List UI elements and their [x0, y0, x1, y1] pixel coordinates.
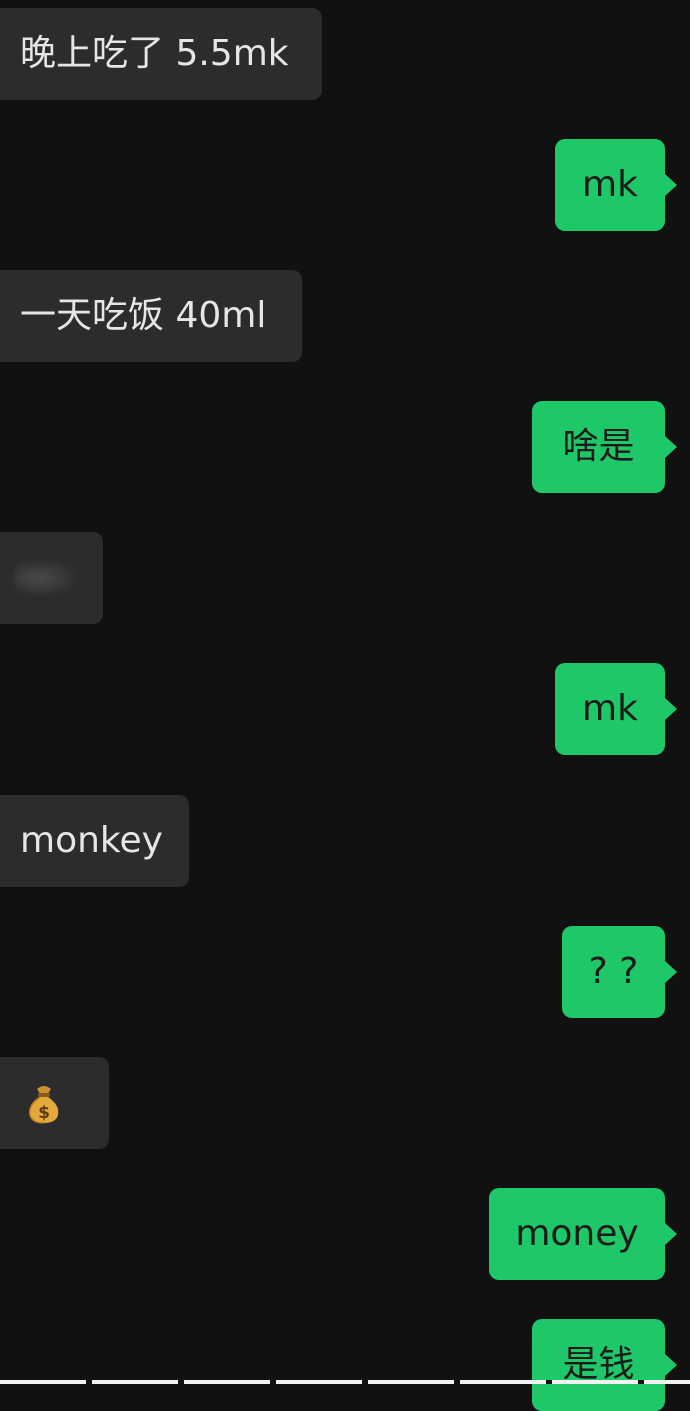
outgoing-message-bubble[interactable]: mk: [555, 663, 677, 755]
incoming-message-bubble[interactable]: 一天吃饭 40ml: [0, 270, 302, 362]
message-text: mk: [582, 164, 638, 205]
bottom-edge-strip: [0, 1380, 690, 1384]
message-text: monkey: [20, 820, 163, 861]
message-text: ? ?: [588, 951, 639, 992]
message-text: money: [515, 1213, 639, 1254]
svg-text:$: $: [38, 1103, 50, 1123]
incoming-sticker-bubble[interactable]: [0, 532, 103, 624]
incoming-message-bubble[interactable]: monkey: [0, 795, 189, 887]
incoming-emoji-bubble[interactable]: $: [0, 1057, 109, 1149]
incoming-message-bubble[interactable]: 晚上吃了 5.5mk: [0, 8, 322, 100]
blurred-sticker-image: [14, 561, 76, 595]
outgoing-message-bubble[interactable]: ? ?: [562, 926, 677, 1018]
outgoing-message-bubble[interactable]: money: [489, 1188, 677, 1280]
chat-transcript: 晚上吃了 5.5mk mk 一天吃饭 40ml 啥是 mk monkey ? ?…: [0, 0, 690, 1411]
message-text: 是钱: [562, 1344, 635, 1385]
outgoing-message-bubble[interactable]: mk: [555, 139, 677, 231]
message-text: 一天吃饭 40ml: [20, 295, 267, 336]
message-text: 晚上吃了 5.5mk: [20, 33, 289, 74]
message-text: 啥是: [562, 426, 635, 467]
money-bag-icon: $: [28, 1086, 59, 1124]
outgoing-message-bubble[interactable]: 是钱: [532, 1319, 677, 1411]
outgoing-message-bubble[interactable]: 啥是: [532, 401, 677, 493]
message-text: mk: [582, 688, 638, 729]
